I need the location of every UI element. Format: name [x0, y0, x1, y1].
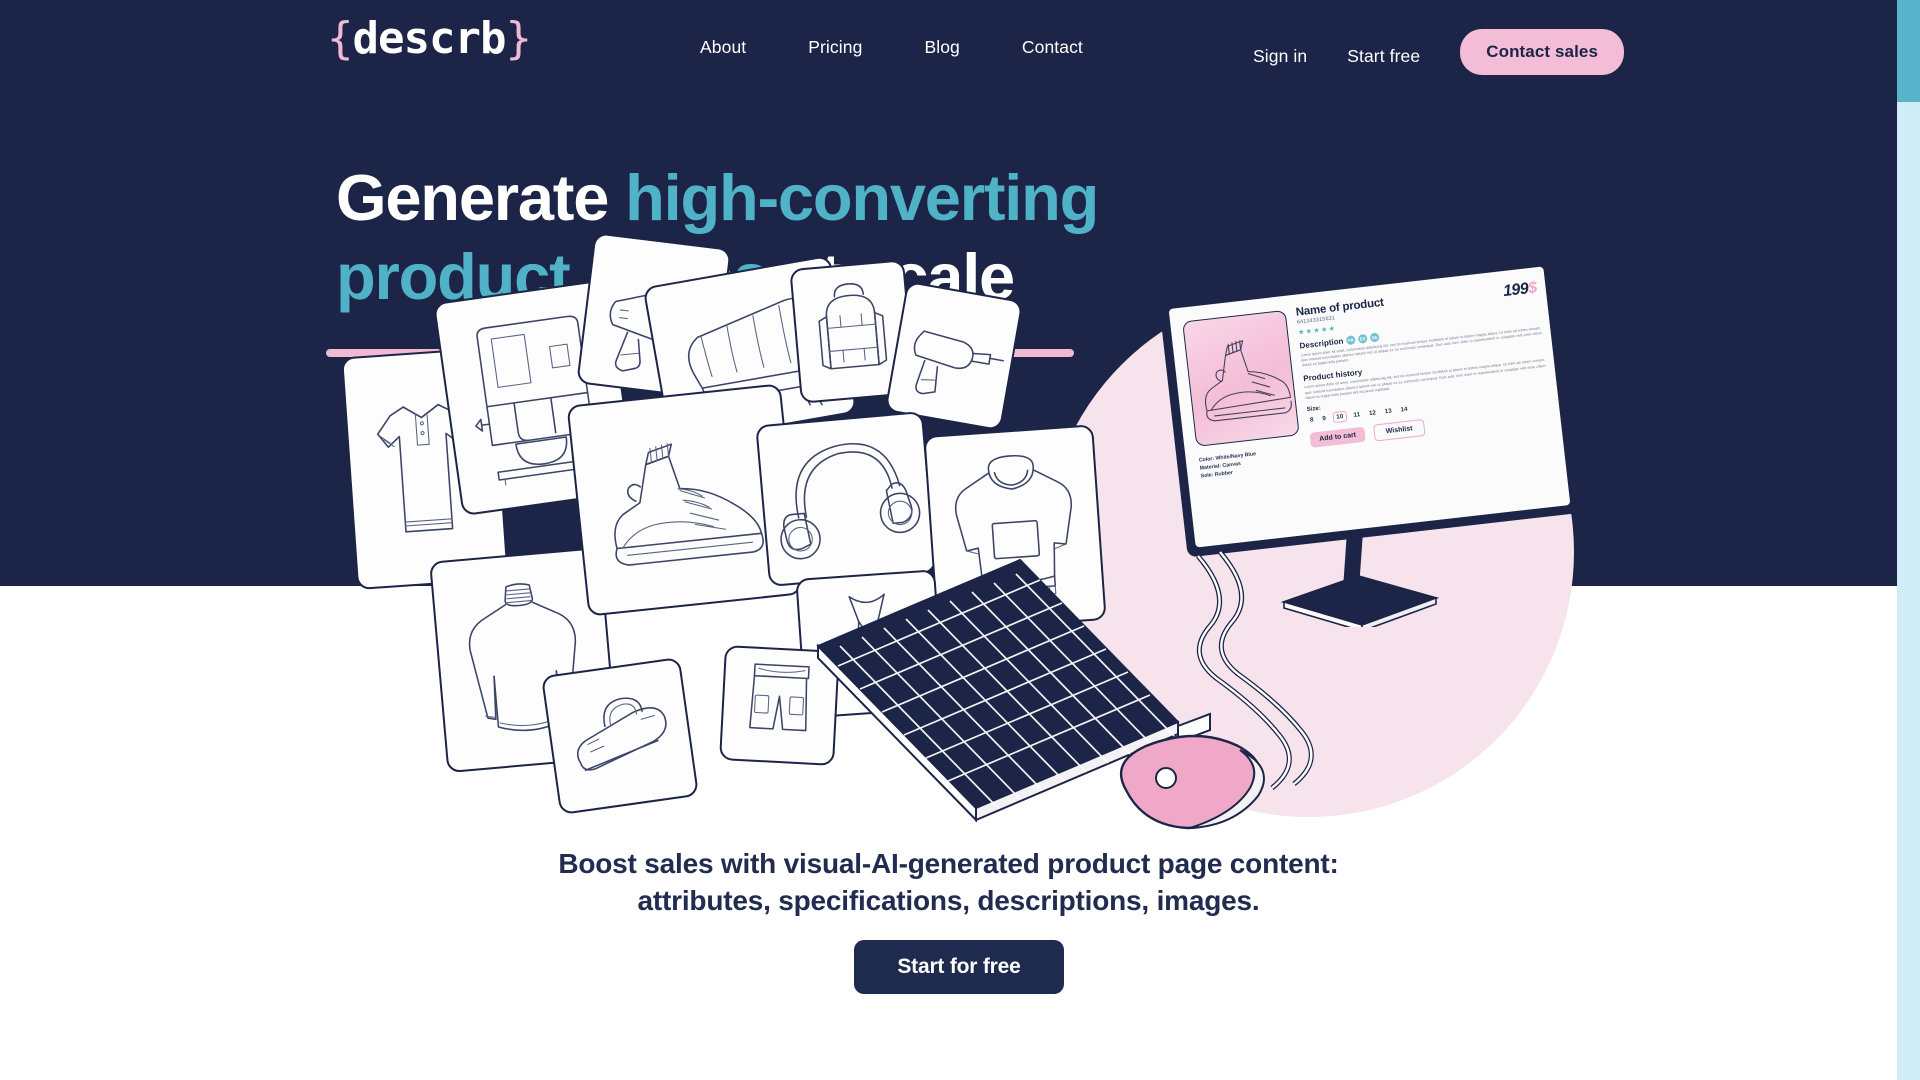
size-option-13[interactable]: 13: [1382, 407, 1394, 417]
logo-close-brace: }: [505, 13, 531, 64]
lang-badge-fr[interactable]: FR: [1345, 335, 1356, 346]
page-scrollbar[interactable]: [1897, 0, 1920, 1080]
desk-peripherals: [810, 550, 1510, 840]
headline-plain-1: Generate: [336, 161, 626, 234]
landing-page: {descrb} About Pricing Blog Contact Sign…: [0, 0, 1920, 1080]
wishlist-button[interactable]: Wishlist: [1373, 419, 1426, 442]
brand-logo[interactable]: {descrb}: [327, 17, 532, 61]
lang-badge-es[interactable]: ES: [1357, 333, 1368, 344]
product-card-drill: [884, 280, 1024, 432]
add-to-cart-button[interactable]: Add to cart: [1309, 427, 1366, 449]
size-option-9[interactable]: 9: [1320, 414, 1328, 424]
start-free-link[interactable]: Start free: [1347, 38, 1420, 67]
headline-accent-1: high-converting: [625, 161, 1099, 234]
price-value: 199: [1502, 280, 1530, 301]
scrollbar-thumb[interactable]: [1897, 0, 1920, 102]
lang-badge-de[interactable]: DE: [1369, 332, 1380, 343]
product-details: Name of product 641343315631 199$ ★★★★★ …: [1295, 279, 1552, 449]
logo-text: descrb: [352, 13, 507, 64]
size-option-10[interactable]: 10: [1332, 411, 1348, 424]
headline-line-1: Generate high-converting: [336, 165, 1416, 230]
nav-link-contact[interactable]: Contact: [1022, 37, 1083, 58]
nav-link-pricing[interactable]: Pricing: [808, 37, 862, 58]
monitor-screen: Color: White/Navy Blue Material: Canvas …: [1168, 266, 1571, 548]
size-option-14[interactable]: 14: [1398, 405, 1410, 415]
size-option-11[interactable]: 11: [1351, 410, 1362, 420]
product-price: 199$: [1502, 279, 1537, 301]
product-specs: Color: White/Navy Blue Material: Canvas …: [1199, 450, 1259, 481]
logo-open-brace: {: [327, 13, 353, 64]
monitor-frame: Color: White/Navy Blue Material: Canvas …: [1158, 256, 1581, 558]
subcopy-line-2: attributes, specifications, descriptions…: [637, 885, 1260, 917]
size-option-8[interactable]: 8: [1308, 416, 1316, 426]
hero-subcopy: Boost sales with visual-AI-generated pro…: [0, 845, 1897, 919]
nav-links: About Pricing Blog Contact: [700, 37, 1083, 58]
nav-link-about[interactable]: About: [700, 37, 746, 58]
product-page-mockup: Color: White/Navy Blue Material: Canvas …: [1169, 266, 1571, 547]
subcopy-line-1: Boost sales with visual-AI-generated pro…: [558, 848, 1339, 879]
product-photo: [1182, 309, 1300, 447]
hero-illustration: Color: White/Navy Blue Material: Canvas …: [0, 232, 1897, 850]
size-option-12[interactable]: 12: [1367, 408, 1379, 418]
price-currency: $: [1527, 279, 1538, 298]
start-for-free-button[interactable]: Start for free: [854, 940, 1064, 994]
product-card-iron: [540, 656, 700, 816]
top-navbar: {descrb} About Pricing Blog Contact Sign…: [0, 0, 1897, 78]
nav-link-blog[interactable]: Blog: [924, 37, 959, 58]
nav-actions: Sign in Start free Contact sales: [1253, 29, 1625, 75]
contact-sales-button[interactable]: Contact sales: [1460, 29, 1625, 75]
sign-in-link[interactable]: Sign in: [1253, 38, 1307, 67]
